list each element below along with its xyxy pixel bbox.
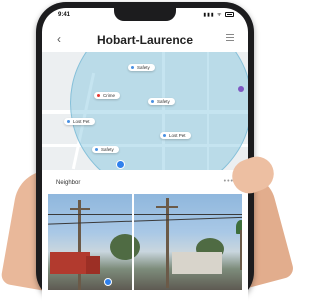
pin-label: Safety (101, 147, 114, 152)
red-truck (50, 252, 90, 274)
map-pin-crime[interactable]: Crime (94, 92, 120, 99)
location-marker-icon (104, 278, 112, 286)
photo-divider (132, 194, 134, 290)
phone-notch (114, 8, 176, 21)
section-label: Neighbor (56, 180, 81, 186)
map-pin-lost-pet[interactable]: Lost Pet (64, 118, 95, 125)
home-location-icon (116, 160, 125, 169)
pin-dot-icon (163, 134, 166, 138)
utility-pole (156, 206, 178, 208)
pin-label: Safety (137, 65, 150, 70)
pin-label: Lost Pet (169, 133, 186, 138)
pin-dot-icon (95, 148, 98, 152)
red-truck-cab (86, 256, 100, 274)
map-view[interactable]: Safety Crime Safety Lost Pet Lost Pet Sa… (42, 52, 248, 170)
battery-icon (225, 12, 234, 18)
tree (110, 234, 140, 260)
house (172, 252, 222, 274)
phone-frame: 9:41 ▮▮▮ ᯤ ‹ Hobart-Laurence Safety Crim (36, 2, 254, 302)
pin-label: Lost Pet (73, 119, 90, 124)
menu-icon (226, 34, 234, 35)
neighbor-section-header: Neighbor ••• (42, 170, 248, 194)
pin-label: Safety (157, 99, 170, 104)
pin-dot-icon (151, 100, 154, 104)
status-icons: ▮▮▮ ᯤ (203, 12, 234, 18)
user-location-dot (238, 86, 244, 92)
palm-trunk (240, 230, 242, 270)
page-title: Hobart-Laurence (96, 33, 194, 47)
pin-dot-icon (67, 120, 70, 124)
pin-dot-icon (97, 94, 100, 98)
signal-icon: ▮▮▮ ᯤ (203, 12, 223, 18)
map-pin-safety[interactable]: Safety (128, 64, 155, 71)
utility-pole (166, 198, 169, 288)
pin-dot-icon (131, 66, 134, 70)
phone-screen: 9:41 ▮▮▮ ᯤ ‹ Hobart-Laurence Safety Crim (42, 8, 248, 302)
neighbor-feed-photo[interactable] (48, 194, 242, 290)
pin-label: Crime (103, 93, 115, 98)
status-time: 9:41 (58, 12, 71, 18)
map-pin-safety[interactable]: Safety (148, 98, 175, 105)
menu-button[interactable] (226, 34, 234, 42)
power-line (48, 214, 242, 215)
map-pin-lost-pet[interactable]: Lost Pet (160, 132, 191, 139)
utility-pole (70, 208, 90, 210)
map-pin-safety[interactable]: Safety (92, 146, 119, 153)
